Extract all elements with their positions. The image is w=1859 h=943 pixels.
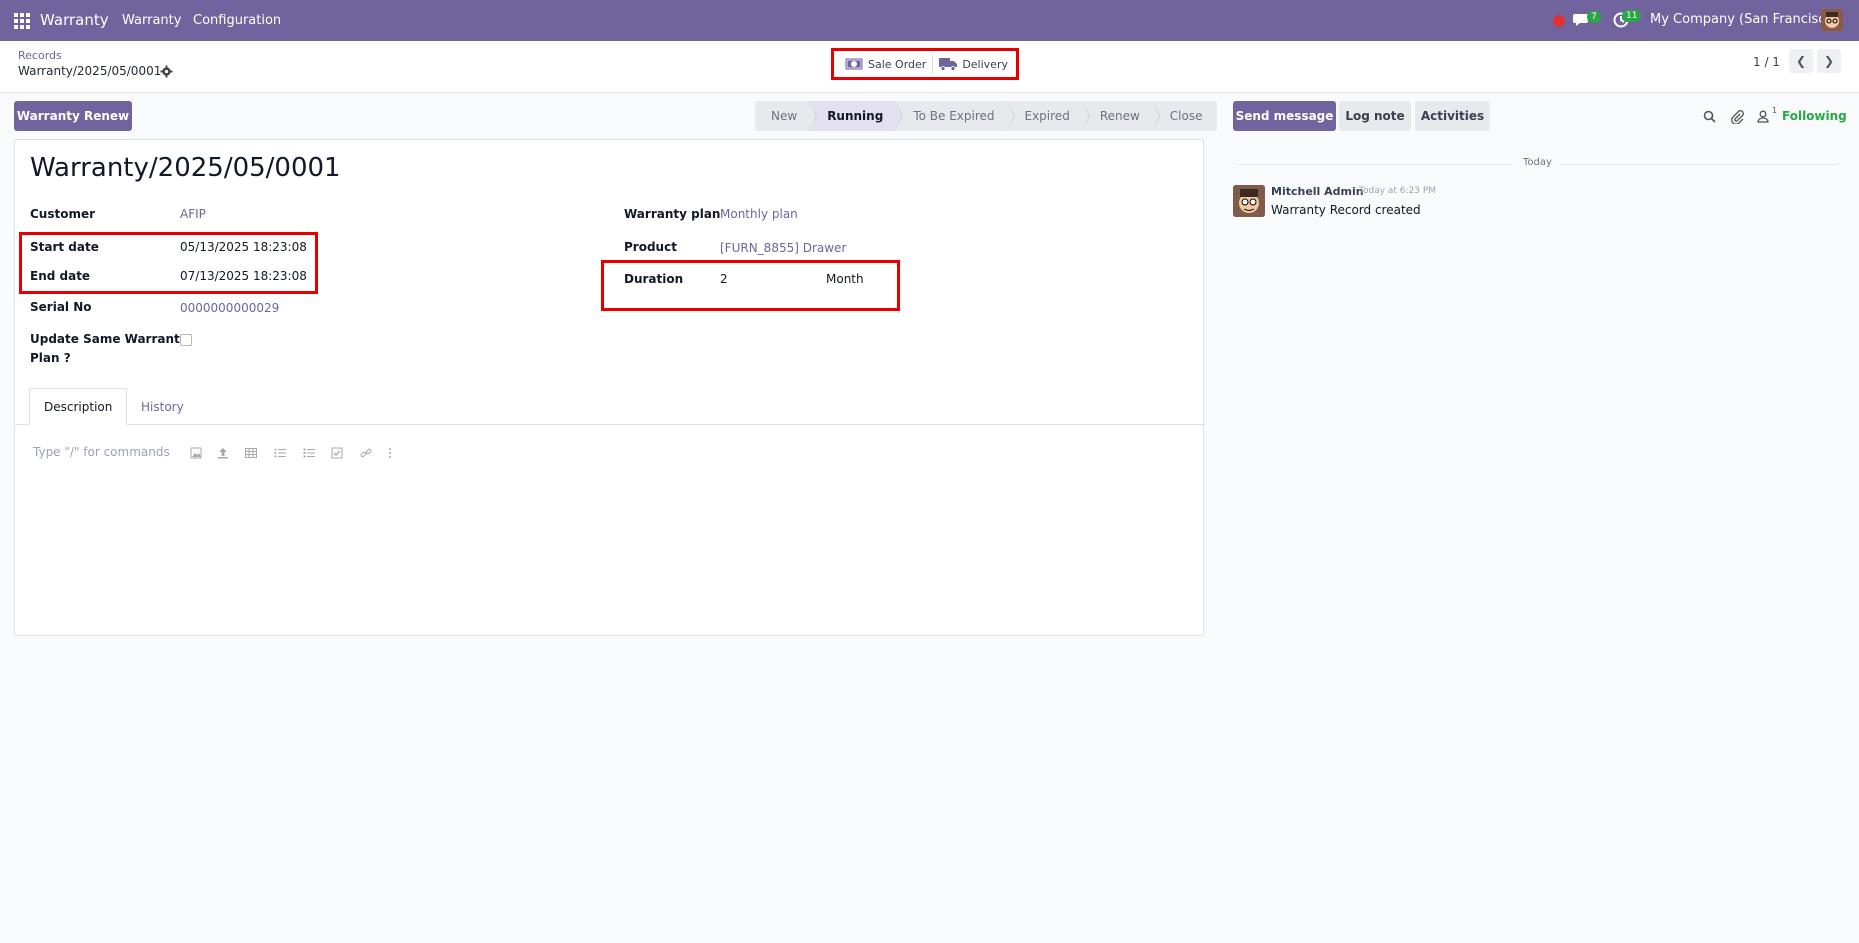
user-avatar[interactable]	[1821, 9, 1843, 31]
attachment-icon[interactable]	[1731, 110, 1744, 124]
stage-label: To Be Expired	[913, 109, 995, 123]
start-date-field[interactable]: 05/13/2025 18:23:08	[180, 240, 307, 254]
form-sheet: Warranty/2025/05/0001 Customer AFIP Star…	[14, 139, 1205, 636]
record-title[interactable]: Warranty/2025/05/0001	[30, 153, 341, 183]
message-time: Today at 6:23 PM	[1359, 186, 1437, 196]
stage-label: Running	[827, 109, 884, 123]
send-message-button[interactable]: Send message	[1233, 101, 1336, 131]
stage-close[interactable]: Close	[1151, 101, 1217, 131]
menu-warranty[interactable]: Warranty	[122, 13, 181, 28]
serial-no-field[interactable]: 0000000000029	[180, 301, 279, 315]
duration-label: Duration	[624, 272, 684, 286]
stage-label: Renew	[1099, 109, 1140, 123]
date-separator: Today	[1238, 157, 1838, 171]
control-panel: Records Warranty/2025/05/0001 Sale Order	[0, 41, 1859, 93]
messages-badge: 7	[1587, 11, 1601, 23]
sale-order-label: Sale Order	[868, 57, 927, 71]
menu-configuration[interactable]: Configuration	[193, 13, 281, 28]
smart-buttons-highlight: Sale Order Delivery	[831, 48, 1019, 80]
pager-previous-icon[interactable]: ❮	[1789, 49, 1813, 73]
truck-icon	[939, 58, 958, 71]
pager-next-icon[interactable]: ❯	[1817, 49, 1841, 73]
end-date-label: End date	[30, 269, 91, 283]
money-icon	[845, 58, 863, 70]
tab-history[interactable]: History	[127, 388, 198, 425]
update-plan-label-line2: Plan ?	[30, 351, 71, 365]
stage-renew[interactable]: Renew	[1081, 101, 1160, 131]
product-label: Product	[624, 240, 677, 254]
serial-no-label: Serial No	[30, 300, 92, 314]
delivery-label: Delivery	[962, 57, 1008, 71]
followers-icon[interactable]	[1757, 110, 1769, 123]
warranty-plan-field[interactable]: Monthly plan	[720, 207, 798, 221]
stage-running[interactable]: Running	[809, 101, 904, 131]
pager-value[interactable]: 1 / 1	[1753, 55, 1780, 69]
status-bar: New Running To Be Expired Expired Renew …	[755, 101, 1217, 131]
customer-label: Customer	[30, 207, 96, 221]
end-date-field[interactable]: 07/13/2025 18:23:08	[180, 269, 307, 283]
bulleted-list-icon[interactable]	[274, 447, 286, 459]
following-button[interactable]: Following	[1782, 109, 1847, 123]
description-editor[interactable]: Type "/" for commands	[33, 445, 170, 459]
top-navbar: Warranty Warranty Configuration 7 11 My …	[0, 0, 1859, 41]
product-field[interactable]: [FURN_8855] Drawer	[720, 241, 846, 255]
numbered-list-icon[interactable]	[303, 447, 315, 459]
checklist-icon[interactable]	[331, 447, 343, 459]
stage-label: New	[771, 109, 798, 123]
activities-badge: 11	[1622, 10, 1642, 22]
status-dot-icon[interactable]	[1553, 15, 1565, 27]
message-body: Warranty Record created	[1271, 203, 1421, 217]
tab-description[interactable]: Description	[29, 388, 128, 425]
delivery-button[interactable]: Delivery	[933, 53, 1014, 75]
company-switcher[interactable]: My Company (San Francisco)	[1650, 12, 1838, 27]
stage-label: Expired	[1024, 109, 1070, 123]
table-icon[interactable]	[245, 447, 257, 459]
sale-order-button[interactable]: Sale Order	[839, 53, 932, 75]
search-icon[interactable]	[1703, 110, 1716, 123]
log-note-button[interactable]: Log note	[1339, 101, 1411, 131]
breadcrumb-current: Warranty/2025/05/0001	[18, 64, 162, 78]
stage-expired[interactable]: Expired	[1006, 101, 1090, 131]
warranty-plan-label: Warranty plan	[624, 207, 721, 221]
breadcrumb-records[interactable]: Records	[18, 49, 62, 62]
app-name[interactable]: Warranty	[40, 11, 109, 29]
more-options-icon[interactable]	[384, 447, 396, 459]
stage-label: Close	[1169, 109, 1203, 123]
message-author[interactable]: Mitchell Admin	[1271, 185, 1364, 198]
upload-icon[interactable]	[217, 447, 229, 459]
notebook-tabs: Description History	[15, 388, 1205, 425]
stage-to-be-expired[interactable]: To Be Expired	[895, 101, 1015, 131]
customer-field[interactable]: AFIP	[180, 207, 206, 221]
followers-count: 1	[1772, 106, 1778, 115]
gear-icon[interactable]	[160, 65, 173, 78]
stage-new[interactable]: New	[755, 101, 818, 131]
author-avatar[interactable]	[1233, 185, 1265, 217]
activities-button[interactable]: Activities	[1415, 101, 1490, 131]
duration-unit-field[interactable]: Month	[826, 272, 864, 286]
duration-field[interactable]: 2	[720, 272, 728, 286]
link-icon[interactable]	[360, 447, 372, 459]
date-separator-label: Today	[1523, 157, 1552, 168]
warranty-renew-button[interactable]: Warranty Renew	[14, 101, 132, 131]
update-plan-label: Update Same Warranty	[30, 332, 188, 346]
update-plan-checkbox[interactable]	[180, 334, 192, 346]
apps-menu-icon[interactable]	[14, 13, 30, 29]
start-date-label: Start date	[30, 240, 99, 254]
image-icon[interactable]	[190, 447, 202, 459]
